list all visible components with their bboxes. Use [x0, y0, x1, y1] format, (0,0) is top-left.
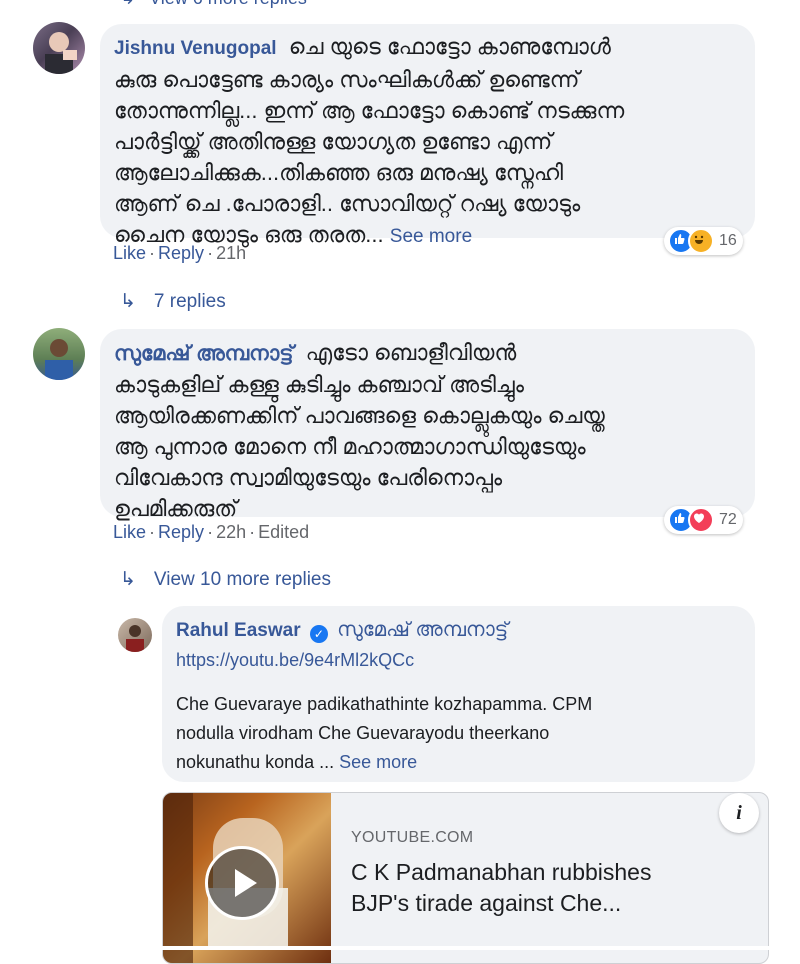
- verified-badge-icon: ✓: [309, 625, 328, 643]
- avatar-photo-icon: [126, 625, 144, 652]
- avatar[interactable]: [118, 618, 152, 652]
- timestamp[interactable]: 21h: [216, 243, 246, 263]
- reply-text: Che Guevaraye padikathathinte kozhapamma…: [176, 694, 593, 772]
- reply-arrow-icon: ↳: [120, 0, 135, 8]
- reaction-count: 72: [719, 511, 737, 528]
- avatar-photo-icon: [45, 339, 73, 380]
- like-link[interactable]: Like: [113, 243, 146, 263]
- comment-author[interactable]: Jishnu Venugopal: [114, 38, 277, 59]
- see-more-link[interactable]: See more: [390, 226, 472, 247]
- like-link[interactable]: Like: [113, 522, 146, 542]
- link-title[interactable]: C K Padmanabhan rubbishes BJP's tirade a…: [351, 857, 751, 919]
- edited-label: Edited: [258, 522, 310, 542]
- reply-bubble: Rahul Easwar ✓ സുമേഷ് അമ്പനാട്ട് https:/…: [162, 606, 755, 782]
- haha-reaction-icon: [688, 228, 714, 254]
- reaction-count: 16: [719, 232, 737, 249]
- view-replies-link[interactable]: ↳ 7 replies: [120, 290, 226, 313]
- timestamp[interactable]: 22h: [216, 522, 246, 542]
- info-icon[interactable]: i: [719, 793, 759, 833]
- avatar[interactable]: [33, 22, 85, 74]
- comment-actions: Like · Reply · 21h: [113, 243, 247, 263]
- view-replies-link[interactable]: ↳ View 10 more replies: [120, 568, 331, 591]
- mention-link[interactable]: സുമേഷ് അമ്പനാട്ട്: [337, 619, 508, 641]
- comment-bubble: Jishnu Venugopal ചെ യുടെ ഫോട്ടോ കാണുമ്പോ…: [100, 24, 755, 247]
- see-more-link[interactable]: See more: [339, 752, 417, 772]
- comment-text: Jishnu Venugopal ചെ യുടെ ഫോട്ടോ കാണുമ്പോ…: [114, 34, 625, 247]
- love-reaction-icon: [688, 507, 714, 533]
- link-domain: YOUTUBE.COM: [351, 829, 474, 846]
- reply-link[interactable]: Reply: [158, 243, 204, 263]
- view-more-replies-top[interactable]: ↳View 6 more replies: [120, 0, 307, 9]
- comment-text: സുമേഷ് അമ്പനാട്ട് എടോ ബൊളീവിയൻ കാടുകളില്…: [114, 340, 605, 521]
- reply-arrow-icon: ↳: [120, 291, 136, 312]
- comment-author[interactable]: സുമേഷ് അമ്പനാട്ട്: [114, 342, 293, 365]
- reply-author[interactable]: Rahul Easwar: [176, 620, 301, 641]
- comment-bubble: സുമേഷ് അമ്പനാട്ട് എടോ ബൊളീവിയൻ കാടുകളില്…: [100, 329, 755, 521]
- avatar-photo-icon: [45, 32, 77, 74]
- shared-url[interactable]: https://youtu.be/9e4rMl2kQCc: [176, 650, 414, 671]
- reaction-summary[interactable]: 16: [664, 227, 743, 255]
- comment-actions: Like · Reply · 22h · Edited: [113, 522, 310, 542]
- link-preview-card[interactable]: YOUTUBE.COM C K Padmanabhan rubbishes BJ…: [162, 792, 769, 964]
- bottom-divider: [0, 946, 800, 950]
- play-button-icon[interactable]: [205, 846, 279, 920]
- reply-header: Rahul Easwar ✓ സുമേഷ് അമ്പനാട്ട്: [176, 619, 508, 643]
- video-thumbnail[interactable]: [163, 793, 331, 963]
- avatar[interactable]: [33, 328, 85, 380]
- reaction-summary[interactable]: 72: [664, 506, 743, 534]
- reply-arrow-icon: ↳: [120, 569, 136, 590]
- reply-link[interactable]: Reply: [158, 522, 204, 542]
